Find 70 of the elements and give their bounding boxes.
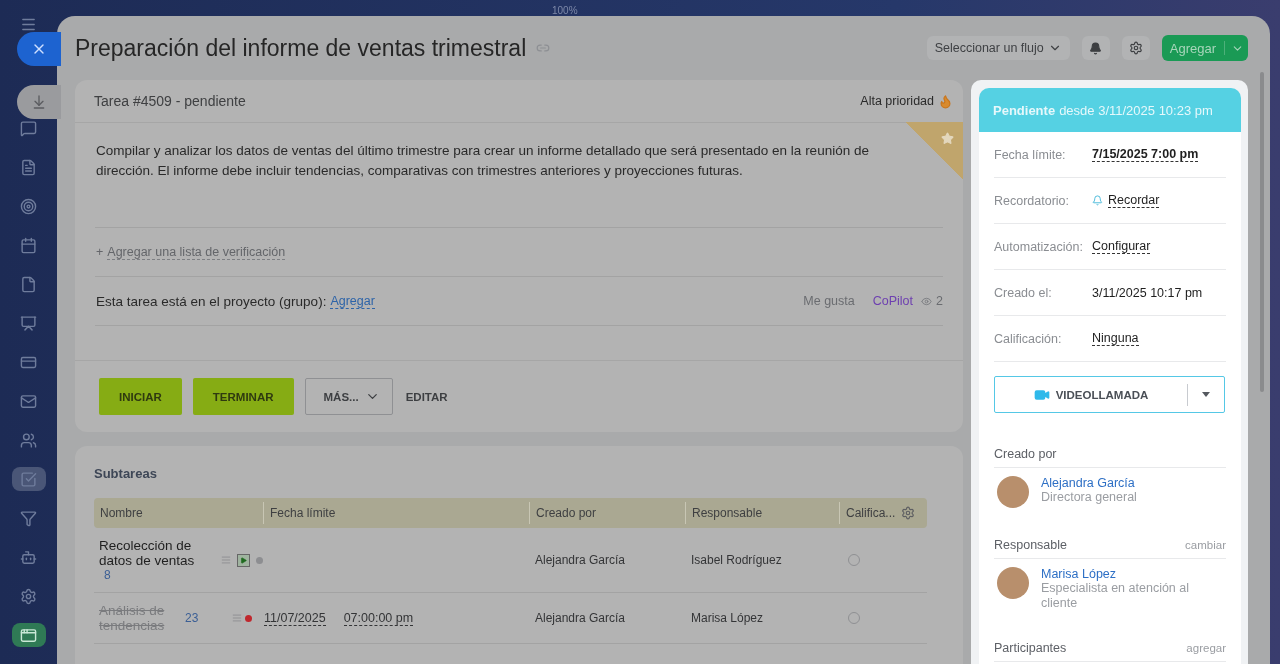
table-cell-text: Isabel Rodríguez	[690, 553, 783, 567]
add-checklist-link[interactable]: Agregar una lista de verificación	[107, 244, 286, 260]
settings-icon[interactable]	[901, 506, 915, 520]
add-project-link[interactable]: Agregar	[330, 293, 375, 309]
field-value[interactable]: Recordar	[1108, 193, 1160, 208]
field-label: Fecha límite:	[994, 147, 1067, 162]
section-heading: Responsable	[994, 538, 1067, 552]
change-link[interactable]: cambiar	[1185, 539, 1226, 551]
tasks-icon[interactable]	[11, 467, 46, 491]
video-call-button[interactable]: VIDEOLLAMADA	[994, 376, 1225, 413]
action-button[interactable]: TERMINAR	[192, 378, 294, 415]
subtask-name[interactable]: Recolección de datos de ventas	[99, 538, 215, 568]
status-banner: Pendiente desde 3/11/2025 10:23 pm	[979, 88, 1241, 132]
deadline-date[interactable]: 11/07/2025	[264, 610, 326, 626]
plus-sign: +	[96, 245, 104, 259]
add-link[interactable]: agregar	[1186, 642, 1226, 654]
field-label: Creado el:	[994, 285, 1053, 300]
flow-select[interactable]: Seleccionar un flujo	[926, 36, 1070, 60]
task-title: Preparación del informe de ventas trimestral	[75, 34, 527, 62]
task-description: Compilar y analizar los datos de ventas del último trimestre para crear un informe detallado que será presentado en la reunión de dirección. El informe debe incluir tendencias, comparativas con trimestres anteriores y proyecciones futuras.	[95, 142, 870, 180]
deadline-time[interactable]: 07:00:00 pm	[343, 610, 414, 626]
person-role: Especialista en atención al cliente	[1041, 581, 1190, 611]
settings-button[interactable]	[1121, 36, 1150, 60]
column-header[interactable]: Fecha límite	[263, 502, 529, 524]
edit-link[interactable]: EDITAR	[403, 378, 450, 415]
app-icon[interactable]	[11, 623, 46, 647]
caret-icon	[1202, 392, 1210, 397]
field-label: Automatización:	[994, 239, 1084, 254]
column-header[interactable]: Responsable	[685, 502, 839, 524]
bell-icon	[1089, 41, 1103, 55]
field-label: Recordatorio:	[994, 193, 1071, 208]
avatar	[997, 567, 1029, 599]
play-icon[interactable]	[237, 553, 250, 567]
person-name[interactable]: Alejandra García	[1041, 476, 1137, 490]
field-value[interactable]: Configurar	[1092, 239, 1151, 254]
settings-icon	[1128, 41, 1143, 55]
star-icon	[941, 132, 954, 145]
section-heading: Participantes	[994, 641, 1067, 655]
avatar	[997, 476, 1029, 508]
zoom-level: 100%	[552, 4, 578, 16]
field-label: Calificación:	[994, 331, 1063, 346]
notifications-button[interactable]	[1081, 36, 1110, 60]
subtask-count: 8	[103, 568, 112, 582]
table-cell-text: Alejandra García	[534, 611, 627, 625]
collapse-button[interactable]	[17, 85, 61, 119]
project-label: Esta tarea está en el proyecto (grupo):	[96, 293, 327, 309]
person-role: Directora general	[1041, 490, 1137, 505]
section-heading: Creado por	[994, 447, 1057, 461]
close-button[interactable]	[17, 32, 61, 66]
copilot-link[interactable]: CoPilot	[872, 294, 914, 308]
eye-icon	[921, 295, 933, 307]
subtask-count: 23	[185, 611, 199, 625]
views-count: 2	[936, 294, 943, 308]
table-cell-text: Marisa López	[690, 611, 765, 625]
like-link[interactable]: Me gusta	[803, 294, 855, 308]
person-name[interactable]: Marisa López	[1041, 567, 1223, 581]
bell-icon	[1092, 195, 1103, 206]
task-heading: Tarea #4509 - pendiente	[94, 93, 246, 109]
table-cell-text: Alejandra García	[534, 553, 627, 567]
field-value: 3/11/2025 10:17 pm	[1092, 285, 1203, 300]
field-value[interactable]: 7/15/2025 7:00 pm	[1092, 147, 1199, 162]
subtasks-title: Subtareas	[93, 465, 158, 483]
column-header[interactable]: Creado por	[529, 502, 685, 524]
priority-label: Alta prioridad	[860, 94, 934, 108]
collapse-icon	[31, 94, 47, 110]
more-button[interactable]: MÁS...	[304, 378, 393, 415]
action-button[interactable]: INICIAR	[99, 378, 182, 415]
column-header[interactable]: Califica...	[839, 502, 901, 524]
column-header[interactable]: Nombre	[94, 502, 263, 524]
field-value[interactable]: Ninguna	[1092, 331, 1139, 346]
